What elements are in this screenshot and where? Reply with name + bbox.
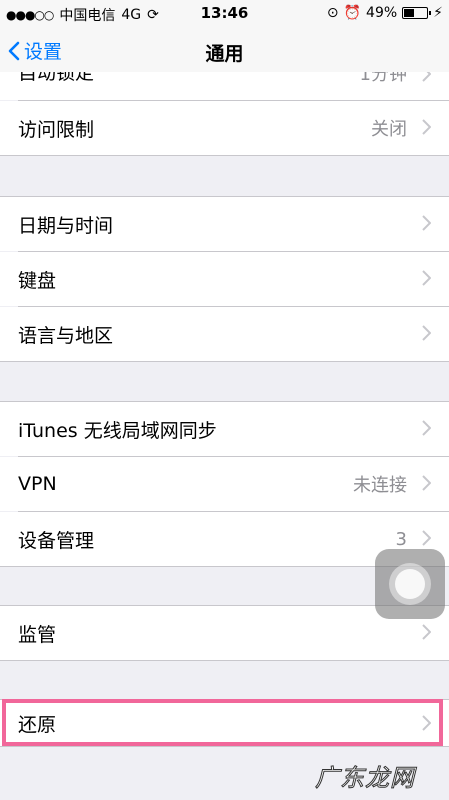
row-itunes-wifi-sync[interactable]: iTunes 无线局域网同步 xyxy=(0,402,449,456)
chevron-right-icon xyxy=(422,215,431,231)
chevron-right-icon xyxy=(422,475,431,491)
row-keyboard[interactable]: 键盘 xyxy=(0,252,449,306)
row-label: iTunes 无线局域网同步 xyxy=(18,419,217,442)
row-value: 关闭 xyxy=(371,119,407,140)
chevron-right-icon xyxy=(422,119,431,135)
divider xyxy=(0,660,449,661)
row-label: VPN xyxy=(18,473,57,495)
row-reset[interactable]: 还原 xyxy=(0,700,449,746)
page-title: 通用 xyxy=(205,43,244,65)
divider xyxy=(0,155,449,156)
assistive-touch-inner-dot-icon xyxy=(395,569,425,599)
row-value: 1分钟 xyxy=(359,72,407,85)
divider xyxy=(0,746,449,747)
chevron-right-icon xyxy=(422,72,431,82)
status-right: ⊙ ⏰ 49% ⚡ xyxy=(327,5,443,21)
chevron-right-icon xyxy=(422,624,431,640)
chevron-right-icon xyxy=(422,270,431,286)
row-value: 3 xyxy=(395,528,407,550)
chevron-right-icon xyxy=(422,530,431,546)
row-label: 键盘 xyxy=(18,269,57,292)
row-label: 日期与时间 xyxy=(18,214,114,237)
row-label: 还原 xyxy=(18,713,57,736)
orientation-lock-icon: ⊙ xyxy=(326,5,339,21)
watermark-text: 广东龙网 xyxy=(315,764,415,793)
alarm-icon: ⏰ xyxy=(343,5,362,21)
navigation-bar: 设置 通用 xyxy=(0,28,449,73)
row-label: 语言与地区 xyxy=(18,324,114,347)
battery-percent: 49% xyxy=(366,5,398,21)
chevron-right-icon xyxy=(422,325,431,341)
row-restrictions[interactable]: 访问限制 关闭 xyxy=(0,101,449,155)
chevron-right-icon xyxy=(422,420,431,436)
divider xyxy=(0,361,449,362)
row-language-region[interactable]: 语言与地区 xyxy=(0,307,449,361)
row-label: 自动锁定 xyxy=(18,72,95,84)
row-label: 设备管理 xyxy=(18,529,95,552)
assistive-touch-button[interactable] xyxy=(375,549,445,619)
row-value: 未连接 xyxy=(353,475,407,496)
row-label: 监管 xyxy=(18,623,57,646)
charging-icon: ⚡ xyxy=(433,5,443,21)
row-label: 访问限制 xyxy=(18,118,95,141)
status-bar: ●●●○○ 中国电信 4G ⟳ 13:46 ⊙ ⏰ 49% ⚡ xyxy=(0,0,449,28)
row-vpn[interactable]: VPN 未连接 xyxy=(0,457,449,511)
row-auto-lock[interactable]: 自动锁定 1分钟 xyxy=(0,72,449,100)
row-date-time[interactable]: 日期与时间 xyxy=(0,197,449,251)
chevron-right-icon xyxy=(422,715,431,731)
battery-icon xyxy=(402,7,432,19)
